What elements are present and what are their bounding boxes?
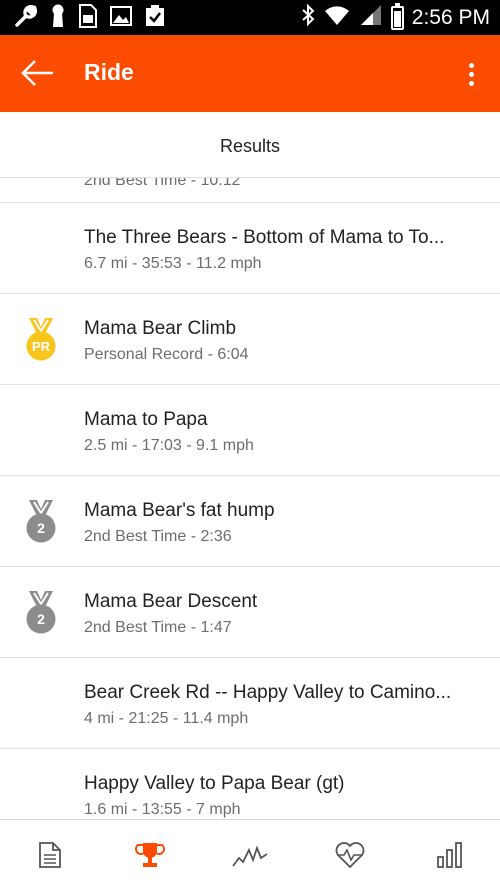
image-icon: [110, 5, 132, 32]
tab-results[interactable]: [100, 820, 200, 889]
silver-medal-icon: 2: [24, 500, 58, 544]
segment-stats: 6.7 mi - 35:53 - 11.2 mph: [84, 255, 262, 272]
page-title: Ride: [84, 59, 134, 85]
segment-stats: 1.6 mi - 13:55 - 7 mph: [84, 801, 241, 818]
segment-name: Mama to Papa: [84, 409, 208, 430]
segment-stats: 2nd Best Time - 2:36: [84, 528, 232, 545]
list-item[interactable]: 2 Mama Bear's fat hump 2nd Best Time - 2…: [0, 476, 500, 567]
app-bar: Ride: [0, 35, 500, 112]
status-time: 2:56 PM: [411, 5, 490, 29]
tab-heart-rate[interactable]: [300, 820, 400, 889]
results-header: Results: [0, 112, 500, 178]
document-icon: [39, 841, 61, 868]
svg-text:PR: PR: [32, 339, 51, 354]
trophy-icon: [135, 842, 165, 867]
tab-analysis[interactable]: [400, 820, 500, 889]
segment-name: Bear Creek Rd -- Happy Valley to Camino.…: [84, 682, 452, 703]
more-vert-icon: [468, 62, 474, 68]
wifi-icon: [323, 3, 351, 32]
overflow-menu-button[interactable]: [456, 57, 486, 91]
arrow-back-icon: [21, 60, 53, 86]
system-icons: 2:56 PM: [301, 0, 490, 35]
list-item[interactable]: Happy Valley to Papa Bear (gt) 1.6 mi - …: [0, 749, 500, 819]
segment-name: Mama Bear's fat hump: [84, 500, 275, 521]
segment-name: Mama Bear Climb: [84, 318, 237, 339]
bottom-nav: [0, 819, 500, 889]
silver-medal-icon: 2: [24, 591, 58, 635]
segment-stats: 2nd Best Time - 1:47: [84, 619, 232, 636]
section-title: Results: [219, 136, 281, 156]
battery-icon: [390, 2, 404, 30]
segment-name: Happy Valley to Papa Bear (gt): [84, 773, 345, 794]
pr-medal-icon: PR: [24, 318, 58, 362]
segment-stats: 4 mi - 21:25 - 11.4 mph: [84, 710, 249, 727]
svg-text:2: 2: [37, 520, 45, 536]
wrench-icon: [12, 3, 38, 34]
list-item[interactable]: Mama to Papa 2.5 mi - 17:03 - 9.1 mph: [0, 385, 500, 476]
svg-text:2: 2: [37, 611, 45, 627]
bar-chart-icon: [437, 841, 462, 868]
cell-signal-icon: [359, 3, 383, 32]
segment-stats: Personal Record - 6:04: [84, 346, 249, 363]
list-item[interactable]: PR Mama Bear Climb Personal Record - 6:0…: [0, 294, 500, 385]
clipboard-check-icon: [144, 4, 166, 33]
notification-icons: [12, 3, 166, 34]
tab-overview[interactable]: [0, 820, 100, 889]
sd-card-icon: [78, 3, 98, 34]
heart-rate-icon: [335, 841, 365, 868]
segment-name: The Three Bears - Bottom of Mama to To..…: [84, 227, 445, 248]
bluetooth-icon: [301, 3, 315, 32]
list-item[interactable]: The Three Bears - Bottom of Mama to To..…: [0, 203, 500, 294]
back-button[interactable]: [18, 55, 58, 91]
status-bar: 2:56 PM: [0, 0, 500, 35]
segment-name: Mama Bear Descent: [84, 591, 258, 612]
results-list[interactable]: 2nd Best Time - 10:12 The Three Bears - …: [0, 112, 500, 819]
list-item[interactable]: 2 Mama Bear Descent 2nd Best Time - 1:47: [0, 567, 500, 658]
keyhole-icon: [50, 3, 66, 34]
list-item[interactable]: Bear Creek Rd -- Happy Valley to Camino.…: [0, 658, 500, 749]
tab-elevation[interactable]: [200, 820, 300, 889]
elevation-chart-icon: [232, 844, 268, 867]
segment-stats: 2.5 mi - 17:03 - 9.1 mph: [84, 437, 254, 454]
